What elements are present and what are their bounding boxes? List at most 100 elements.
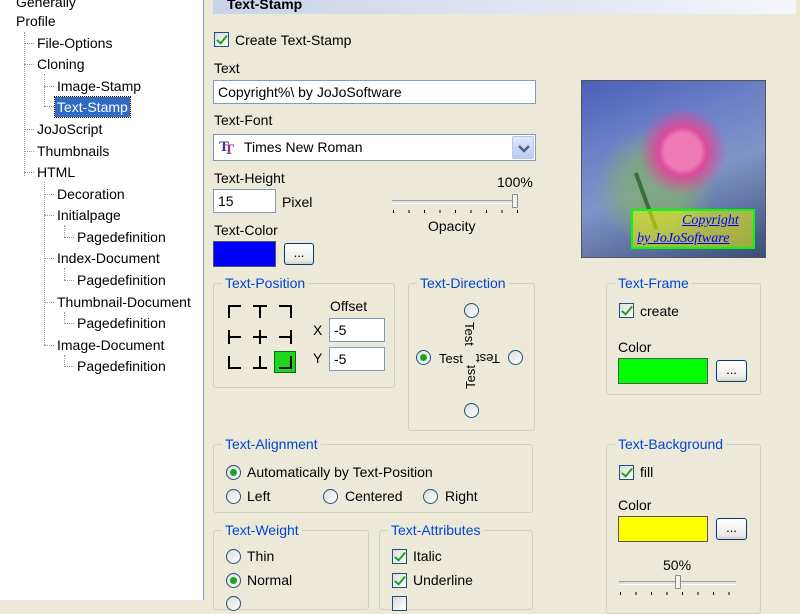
direction-top-to-bottom-radio[interactable] [464, 303, 479, 318]
tree-item-thumbnail-document[interactable]: Thumbnail-Document [55, 292, 193, 312]
text-font-label: Text-Font [214, 112, 273, 128]
tree-item-file-options[interactable]: File-Options [35, 33, 114, 53]
alignment-right-label: Right [445, 488, 478, 504]
position-top-right[interactable] [275, 302, 295, 322]
create-text-stamp-checkbox[interactable] [214, 32, 229, 47]
tree-line [24, 32, 25, 176]
font-select[interactable]: Times New Roman [213, 134, 536, 161]
tree-line [44, 194, 54, 195]
offset-x-input[interactable]: -5 [329, 318, 385, 342]
page-title: Text-Stamp [213, 0, 796, 14]
tree-line [24, 64, 34, 65]
offset-y-label: Y [313, 350, 323, 366]
tree-item-pagedefinition[interactable]: Pagedefinition [75, 356, 168, 376]
direction-bottom-to-top-radio[interactable] [464, 403, 479, 418]
offset-label: Offset [330, 298, 368, 314]
tree-item-text-stamp[interactable]: Text-Stamp [54, 96, 131, 118]
tree-line [64, 268, 65, 280]
text-label: Text [214, 60, 240, 76]
text-background-title: Text-Background [615, 436, 727, 452]
tree-item-thumbnails[interactable]: Thumbnails [35, 141, 111, 161]
weight-bold-radio[interactable] [226, 596, 241, 611]
opacity-slider-ticks [393, 210, 518, 213]
direction-right-to-left-radio[interactable] [508, 350, 523, 365]
attribute-italic-checkbox[interactable] [392, 549, 407, 564]
position-bottom-center[interactable] [250, 352, 270, 372]
tree-item-pagedefinition[interactable]: Pagedefinition [75, 270, 168, 290]
weight-normal-radio[interactable] [226, 573, 241, 588]
create-text-stamp-label: Create Text-Stamp [235, 32, 352, 48]
font-dropdown-button[interactable] [512, 136, 534, 159]
alignment-centered-label: Centered [345, 488, 403, 504]
opacity-percent: 100% [497, 174, 533, 190]
position-bottom-left[interactable] [225, 352, 245, 372]
opacity-slider-track[interactable] [392, 200, 518, 204]
tree-item-image-document[interactable]: Image-Document [55, 335, 166, 355]
tree-item-html[interactable]: HTML [35, 162, 77, 182]
text-position-title: Text-Position [222, 275, 309, 291]
offset-y-input[interactable]: -5 [329, 347, 385, 371]
weight-thin-label: Thin [247, 548, 275, 564]
alignment-auto-radio[interactable] [226, 465, 241, 480]
position-center[interactable] [250, 327, 270, 347]
background-color-swatch[interactable] [618, 516, 708, 542]
text-color-browse-button[interactable]: ... [284, 243, 314, 265]
attribute-underline-checkbox[interactable] [392, 573, 407, 588]
tree-line [44, 86, 54, 87]
tree-item-initialpage[interactable]: Initialpage [55, 205, 123, 225]
attribute-underline-label: Underline [413, 572, 473, 588]
position-middle-left[interactable] [225, 327, 245, 347]
background-color-browse-button[interactable]: ... [716, 518, 747, 540]
text-input[interactable]: Copyright%\ by JoJoSoftware [213, 80, 536, 104]
settings-tree[interactable]: Generally Profile File-Options Cloning I… [0, 0, 204, 600]
frame-create-checkbox[interactable] [619, 303, 634, 318]
tree-item-index-document[interactable]: Index-Document [55, 248, 162, 268]
frame-color-browse-button[interactable]: ... [716, 360, 747, 382]
position-middle-right[interactable] [275, 327, 295, 347]
tree-item-pagedefinition[interactable]: Pagedefinition [75, 313, 168, 333]
tree-item-jojoscript[interactable]: JoJoScript [35, 119, 104, 139]
text-weight-title: Text-Weight [222, 522, 302, 538]
frame-color-label: Color [618, 339, 652, 355]
tree-item-image-stamp[interactable]: Image-Stamp [55, 76, 143, 96]
background-fill-checkbox[interactable] [619, 465, 634, 480]
direction-sample-right: Test [439, 351, 463, 366]
preview-stamp-line1: Copyright [682, 213, 739, 228]
tree-item-cloning[interactable]: Cloning [35, 54, 86, 74]
text-stamp-panel: Text-Stamp Create Text-Stamp Text Copyri… [205, 0, 800, 614]
background-slider-thumb[interactable] [674, 575, 681, 589]
background-color-label: Color [618, 497, 652, 513]
weight-thin-radio[interactable] [226, 549, 241, 564]
direction-sample-left: Test [476, 351, 500, 366]
tree-line [44, 258, 54, 259]
position-top-center[interactable] [250, 302, 270, 322]
alignment-centered-radio[interactable] [323, 489, 338, 504]
tree-line [64, 280, 74, 281]
alignment-left-radio[interactable] [226, 489, 241, 504]
tree-item-pagedefinition[interactable]: Pagedefinition [75, 227, 168, 247]
text-color-swatch[interactable] [213, 241, 276, 267]
text-height-input[interactable]: 15 [213, 189, 276, 213]
tree-line [64, 366, 74, 367]
direction-sample-up: Test [463, 365, 478, 389]
alignment-left-label: Left [247, 488, 271, 504]
frame-color-swatch[interactable] [618, 358, 708, 384]
background-slider-ticks [620, 592, 737, 595]
position-top-left[interactable] [225, 302, 245, 322]
tree-line [44, 215, 54, 216]
direction-left-to-right-radio[interactable] [416, 350, 431, 365]
background-fill-label: fill [640, 464, 654, 480]
alignment-right-radio[interactable] [423, 489, 438, 504]
tree-line [24, 129, 34, 130]
tree-item-profile[interactable]: Profile [14, 11, 58, 31]
tree-line [24, 151, 34, 152]
alignment-auto-label: Automatically by Text-Position [247, 464, 433, 480]
tree-line [44, 74, 45, 106]
opacity-slider-thumb[interactable] [512, 194, 518, 208]
truetype-icon: TT [219, 139, 235, 158]
attribute-bold-checkbox[interactable] [392, 596, 407, 611]
tree-item-decoration[interactable]: Decoration [55, 184, 127, 204]
text-direction-title: Text-Direction [417, 275, 509, 291]
preview-stamp-line2: by JoJoSoftware [637, 231, 730, 246]
position-bottom-right[interactable] [274, 351, 296, 373]
